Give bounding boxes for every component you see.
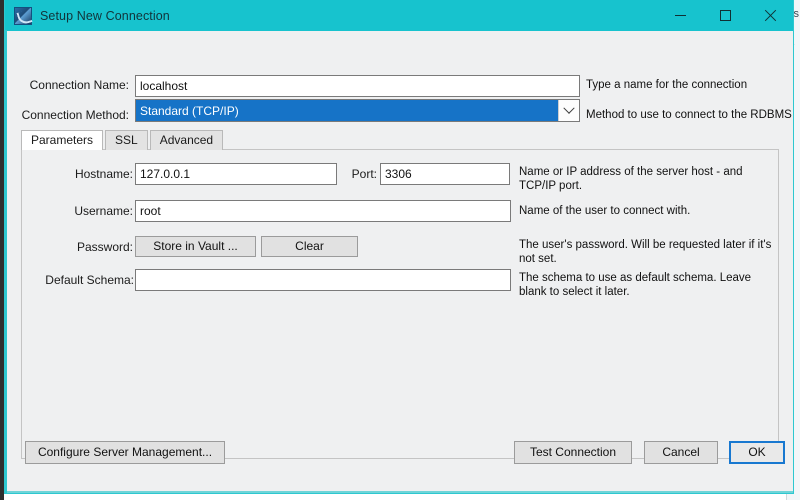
minimize-button[interactable] xyxy=(658,0,703,31)
connection-name-input[interactable] xyxy=(135,75,580,97)
mysql-dolphin-icon xyxy=(14,6,32,25)
hostname-input[interactable] xyxy=(135,163,337,185)
title-bar: Setup New Connection xyxy=(5,0,793,31)
maximize-icon xyxy=(720,10,731,21)
test-connection-button[interactable]: Test Connection xyxy=(514,441,632,464)
maximize-button[interactable] xyxy=(703,0,748,31)
default-schema-help: The schema to use as default schema. Lea… xyxy=(519,272,752,298)
default-schema-input[interactable] xyxy=(135,269,511,291)
clear-password-button[interactable]: Clear xyxy=(261,236,358,257)
port-label: Port: xyxy=(351,167,377,181)
tab-bar: Parameters SSL Advanced xyxy=(21,130,225,150)
connection-method-help: Method to use to connect to the RDBMS xyxy=(586,109,792,121)
minimize-icon xyxy=(675,15,686,16)
chevron-down-icon[interactable] xyxy=(558,100,579,121)
connection-method-label: Connection Method: xyxy=(21,108,129,122)
desktop-background: vs a d Setup New Connection xyxy=(0,0,800,500)
window-left-border xyxy=(4,30,7,494)
window-bottom-border xyxy=(5,491,793,493)
setup-new-connection-dialog: Setup New Connection Connection Name: Ty… xyxy=(4,0,794,494)
tab-parameters[interactable]: Parameters xyxy=(21,130,104,150)
cancel-button[interactable]: Cancel xyxy=(644,441,718,464)
hostname-label: Hostname: xyxy=(74,167,133,181)
store-in-vault-button[interactable]: Store in Vault ... xyxy=(135,236,256,257)
connection-method-value: Standard (TCP/IP) xyxy=(136,100,558,121)
connection-name-label: Connection Name: xyxy=(29,78,129,92)
dialog-footer: Configure Server Management... Test Conn… xyxy=(5,433,793,493)
connection-method-select[interactable]: Standard (TCP/IP) xyxy=(135,99,580,122)
tab-ssl[interactable]: SSL xyxy=(105,130,148,150)
username-help: Name of the user to connect with. xyxy=(519,205,691,217)
window-title: Setup New Connection xyxy=(40,8,170,23)
close-icon xyxy=(764,9,777,22)
configure-server-management-button[interactable]: Configure Server Management... xyxy=(25,441,225,464)
password-help: The user's password. Will be requested l… xyxy=(519,239,772,265)
default-schema-label: Default Schema: xyxy=(45,273,134,287)
port-input[interactable] xyxy=(380,163,510,185)
password-label: Password: xyxy=(76,240,133,254)
username-input[interactable] xyxy=(135,200,511,222)
connection-name-help: Type a name for the connection xyxy=(586,79,748,91)
parameters-tab-panel xyxy=(21,149,779,459)
hostname-help: Name or IP address of the server host - … xyxy=(519,166,743,192)
tab-advanced[interactable]: Advanced xyxy=(149,130,224,150)
close-button[interactable] xyxy=(748,0,793,31)
dialog-body: Connection Name: Type a name for the con… xyxy=(5,31,793,493)
username-label: Username: xyxy=(74,204,133,218)
ok-button[interactable]: OK xyxy=(729,441,785,464)
window-controls xyxy=(658,0,793,31)
